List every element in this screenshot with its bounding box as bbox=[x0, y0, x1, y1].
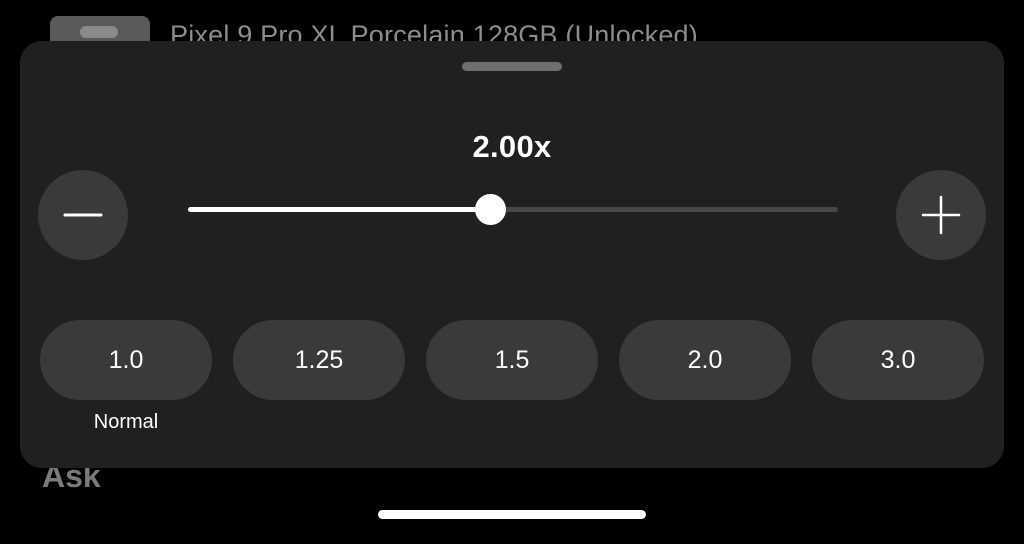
preset-1-25-button[interactable]: 1.25 bbox=[233, 320, 405, 400]
playback-speed-sheet: 2.00x 1.0 1.25 1.5 2.0 3.0 Normal bbox=[20, 41, 1004, 468]
drag-handle[interactable] bbox=[462, 62, 562, 71]
speed-slider-thumb[interactable] bbox=[475, 194, 506, 225]
speed-presets: 1.0 1.25 1.5 2.0 3.0 bbox=[40, 320, 984, 400]
plus-icon bbox=[921, 195, 961, 235]
speed-slider[interactable] bbox=[188, 194, 838, 225]
preset-1-5-button[interactable]: 1.5 bbox=[426, 320, 598, 400]
increase-speed-button[interactable] bbox=[896, 170, 986, 260]
decrease-speed-button[interactable] bbox=[38, 170, 128, 260]
preset-2-0-button[interactable]: 2.0 bbox=[619, 320, 791, 400]
preset-3-0-button[interactable]: 3.0 bbox=[812, 320, 984, 400]
home-indicator[interactable] bbox=[378, 510, 646, 519]
current-speed-label: 2.00x bbox=[472, 129, 552, 164]
minus-icon bbox=[63, 213, 103, 217]
screen: Pixel 9 Pro XL Porcelain 128GB (Unlocked… bbox=[0, 0, 1024, 544]
speed-slider-fill bbox=[188, 207, 490, 212]
normal-caption: Normal bbox=[93, 411, 159, 433]
preset-1-0-button[interactable]: 1.0 bbox=[40, 320, 212, 400]
